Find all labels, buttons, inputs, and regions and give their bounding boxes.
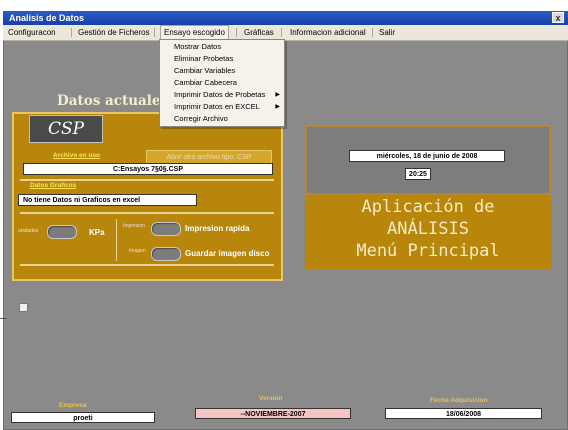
menu-item-corregir-archivo[interactable]: Corregir Archivo (174, 114, 228, 124)
guardar-imagen-label[interactable]: Guardar imagen disco (185, 249, 269, 258)
menu-item-mostrar-datos[interactable]: Mostrar Datos (174, 42, 221, 52)
print-toggle[interactable] (151, 222, 181, 236)
menu-separator (154, 28, 155, 37)
divider (20, 179, 274, 181)
unidades-label: unidades (18, 228, 39, 234)
ensayo-dropdown-menu: Mostrar Datos Eliminar Probetas Cambiar … (159, 39, 285, 127)
menu-item-label: Corregir Archivo (174, 114, 228, 123)
fecha-field: 18/06/2008 (385, 408, 542, 419)
chevron-right-icon: ▶ (275, 104, 280, 110)
menu-graficas[interactable]: Gráficas (244, 25, 274, 40)
empresa-field: proeti (11, 412, 155, 423)
menu-separator (372, 28, 373, 37)
graficos-field: No tiene Datos ni Graficos en excel (18, 194, 197, 206)
menu-separator (281, 28, 282, 37)
graficos-label: Datos Graficos (30, 182, 77, 189)
outer-rule (0, 318, 7, 319)
menu-bar: Configuracon Gestión de Ficheros Ensayo … (3, 25, 568, 41)
menu-informacion-adicional[interactable]: Informacion adicional (290, 25, 366, 40)
menu-separator (71, 28, 72, 37)
menu-salir[interactable]: Salir (379, 25, 395, 40)
menu-separator (236, 28, 237, 37)
time-field: 20:25 (405, 168, 431, 180)
archivo-field: C:Ensayos 7§0§.CSP (23, 163, 273, 175)
chevron-right-icon: ▶ (275, 92, 280, 98)
menu-item-cambiar-variables[interactable]: Cambiar Variables (174, 66, 235, 76)
menu-configuracion[interactable]: Configuracon (8, 25, 56, 40)
divider (20, 264, 274, 266)
date-field: miércoles, 18 de junio de 2008 (349, 150, 505, 162)
checkbox[interactable] (19, 303, 28, 312)
menu-item-label: Eliminar Probetas (174, 54, 234, 63)
archivo-label: Archivo en uso (53, 152, 100, 159)
menu-item-label: Imprimir Datos en EXCEL (174, 102, 260, 111)
vertical-divider (116, 219, 117, 261)
fecha-label: Fecha Adquisicion (430, 397, 488, 404)
app-title-area: Aplicación de ANÁLISIS Menú Principal (305, 195, 551, 269)
divider (20, 212, 274, 214)
version-label: Version (259, 395, 283, 402)
window-title: Analisis de Datos (9, 13, 85, 23)
close-icon[interactable]: x (552, 12, 564, 23)
main-window: Analisis de Datos x Configuracon Gestión… (3, 11, 568, 430)
imagen-small-label: Imagen (129, 248, 146, 254)
app-title-line-2: ANÁLISIS (387, 219, 469, 239)
menu-ensayo-escogido[interactable]: Ensayo escogido (160, 25, 229, 39)
menu-item-label: Cambiar Variables (174, 66, 236, 75)
empresa-label: Empresa (59, 402, 87, 409)
version-field: --NOVIEMBRE-2007 (195, 408, 351, 419)
title-bar: Analisis de Datos x (3, 11, 568, 25)
image-toggle[interactable] (151, 247, 181, 261)
menu-item-label: Imprimir Datos de Probetas (174, 90, 266, 99)
menu-item-cambiar-cabecera[interactable]: Cambiar Cabecera (174, 78, 237, 88)
csp-logo: CSP (29, 115, 103, 143)
units-toggle[interactable] (47, 225, 77, 239)
app-title-line-1: Aplicación de (361, 197, 495, 217)
date-area: miércoles, 18 de junio de 2008 20:25 (305, 125, 551, 195)
menu-item-label: Cambiar Cabecera (174, 78, 237, 87)
app-title-line-3: Menú Principal (356, 241, 500, 261)
units-value: KPa (89, 228, 105, 237)
menu-item-imprimir-excel[interactable]: Imprimir Datos en EXCEL ▶ (174, 102, 280, 112)
info-panel: miércoles, 18 de junio de 2008 20:25 Apl… (305, 125, 551, 269)
menu-item-label: Mostrar Datos (174, 42, 222, 51)
menu-item-imprimir-probetas[interactable]: Imprimir Datos de Probetas ▶ (174, 90, 280, 100)
menu-item-eliminar-probetas[interactable]: Eliminar Probetas (174, 54, 233, 64)
impresion-rapida-label[interactable]: Impresion rapida (185, 224, 249, 233)
impresion-small-label: Impresion (123, 223, 145, 229)
menu-gestion-ficheros[interactable]: Gestión de Ficheros (78, 25, 150, 40)
